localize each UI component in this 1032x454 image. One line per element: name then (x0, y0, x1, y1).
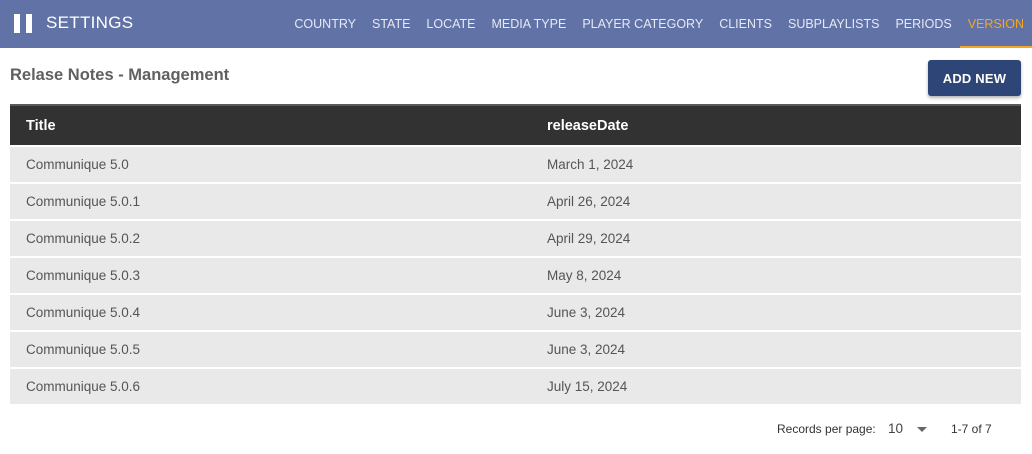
cell-title: Communique 5.0.3 (26, 268, 141, 283)
add-new-button[interactable]: ADD NEW (928, 60, 1021, 96)
caret-down-icon[interactable] (917, 427, 927, 432)
page-range: 1-7 of 7 (951, 422, 992, 436)
tab-player-category[interactable]: PLAYER CATEGORY (574, 0, 711, 48)
table-row[interactable]: Communique 5.0.2 April 29, 2024 (10, 221, 1021, 256)
tab-media-type[interactable]: MEDIA TYPE (484, 0, 575, 48)
cell-release-date: April 29, 2024 (547, 231, 631, 246)
records-per-page-select[interactable]: 10 (888, 421, 903, 436)
cell-release-date: June 3, 2024 (547, 342, 626, 357)
table-header: Title releaseDate (10, 104, 1021, 145)
tab-periods[interactable]: PERIODS (887, 0, 959, 48)
column-header-title[interactable]: Title (26, 118, 56, 134)
tab-version[interactable]: VERSION (959, 0, 1032, 48)
cell-title: Communique 5.0.4 (26, 305, 141, 320)
table-row[interactable]: Communique 5.0.5 June 3, 2024 (10, 332, 1021, 367)
pause-icon[interactable] (14, 14, 32, 33)
cell-title: Communique 5.0.6 (26, 379, 141, 394)
tab-locate[interactable]: LOCATE (418, 0, 483, 48)
cell-title: Communique 5.0.5 (26, 342, 141, 357)
table-row[interactable]: Communique 5.0.1 April 26, 2024 (10, 184, 1021, 219)
page-title: Relase Notes - Management (10, 66, 230, 84)
tab-clients[interactable]: CLIENTS (711, 0, 780, 48)
tab-state[interactable]: STATE (364, 0, 418, 48)
cell-release-date: July 15, 2024 (547, 379, 628, 394)
records-per-page-label: Records per page: (777, 422, 876, 436)
top-bar: SETTINGS COUNTRY STATE LOCATE MEDIA TYPE… (0, 0, 1032, 48)
top-nav: COUNTRY STATE LOCATE MEDIA TYPE PLAYER C… (286, 0, 1032, 48)
cell-release-date: May 8, 2024 (547, 268, 622, 283)
table-row[interactable]: Communique 5.0.3 May 8, 2024 (10, 258, 1021, 293)
column-header-release-date[interactable]: releaseDate (547, 118, 628, 134)
cell-release-date: June 3, 2024 (547, 305, 626, 320)
pagination: Records per page: 10 1-7 of 7 (0, 421, 1032, 438)
tab-subplaylists[interactable]: SUBPLAYLISTS (780, 0, 887, 48)
cell-release-date: April 26, 2024 (547, 194, 631, 209)
cell-title: Communique 5.0.2 (26, 231, 141, 246)
release-notes-table: Title releaseDate Communique 5.0 March 1… (10, 104, 1021, 404)
table-row[interactable]: Communique 5.0.6 July 15, 2024 (10, 369, 1021, 404)
tab-country[interactable]: COUNTRY (286, 0, 364, 48)
cell-title: Communique 5.0 (26, 157, 129, 172)
cell-title: Communique 5.0.1 (26, 194, 141, 209)
table-row[interactable]: Communique 5.0 March 1, 2024 (10, 147, 1021, 182)
app-title: SETTINGS (46, 13, 134, 32)
table-row[interactable]: Communique 5.0.4 June 3, 2024 (10, 295, 1021, 330)
cell-release-date: March 1, 2024 (547, 157, 634, 172)
